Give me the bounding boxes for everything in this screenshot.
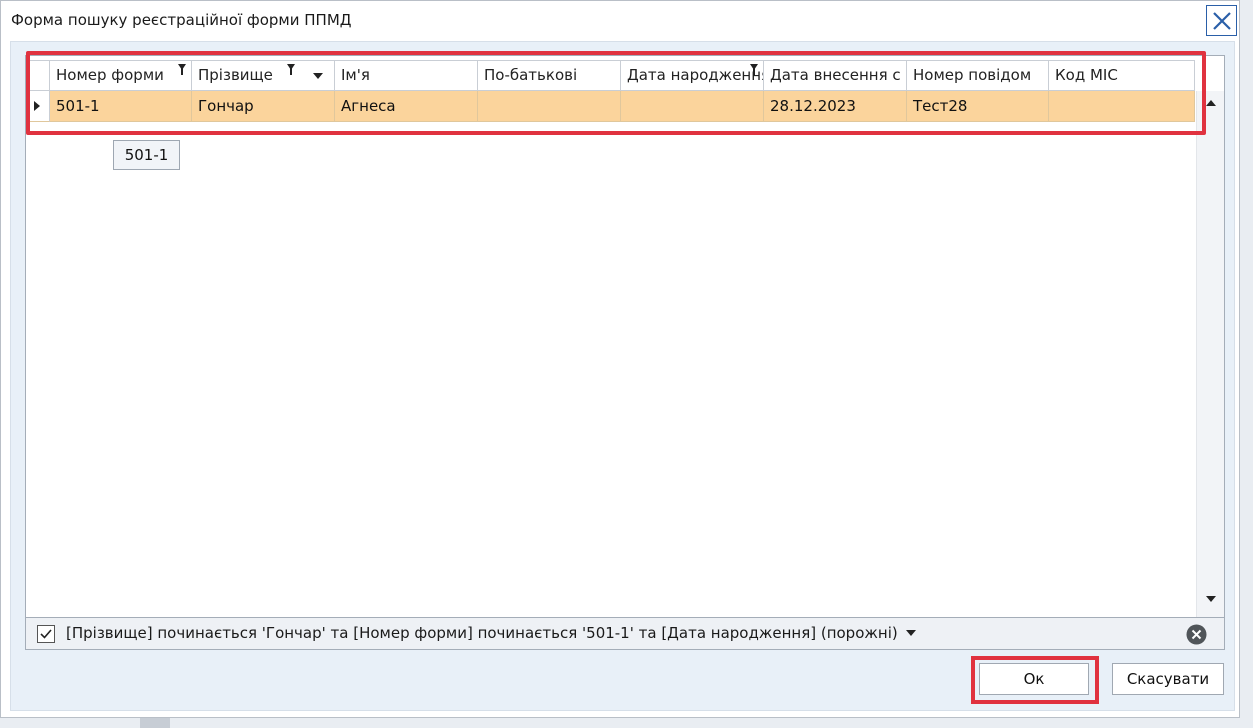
scroll-down-icon[interactable] xyxy=(1206,596,1216,602)
window-title: Форма пошуку реєстраційної форми ППМД xyxy=(11,11,352,29)
content-panel: Номер форми Прізвище Ім'я По-батькові Дата н… xyxy=(10,41,1235,711)
table-cell[interactable]: Тест28 xyxy=(907,91,1049,122)
header-indicator-cell xyxy=(26,61,50,90)
row-indicator-arrow-icon xyxy=(34,101,40,111)
column-dropdown-icon[interactable] xyxy=(313,73,323,79)
filter-bar: [Прізвище] починається 'Гончар' та [Номе… xyxy=(25,618,1225,650)
table-row[interactable]: 501-1 Гончар Агнеса 28.12.2023 Тест28 xyxy=(26,91,1195,122)
column-header-label: Дата внесення с xyxy=(770,66,901,84)
column-header-label: Номер повідом xyxy=(913,66,1032,84)
column-filter-icon[interactable] xyxy=(178,64,186,75)
clear-filter-icon[interactable] xyxy=(1186,624,1207,645)
table-cell[interactable]: Агнеса xyxy=(335,91,478,122)
table-cell[interactable]: 501-1 xyxy=(50,91,192,122)
column-filter-icon[interactable] xyxy=(750,64,758,75)
column-header[interactable]: Прізвище xyxy=(192,61,335,90)
table-cell[interactable] xyxy=(478,91,621,122)
column-header-label: По-батькові xyxy=(484,66,578,84)
table-cell[interactable]: 28.12.2023 xyxy=(764,91,907,122)
filter-dropdown-icon[interactable] xyxy=(906,630,916,636)
background-window-edge xyxy=(140,718,170,728)
column-header-label: Ім'я xyxy=(341,66,370,84)
column-header-label: Дата народження xyxy=(627,66,764,84)
table-cell[interactable]: Гончар xyxy=(192,91,335,122)
close-icon xyxy=(1212,11,1231,30)
cell-tooltip: 501-1 xyxy=(113,140,180,170)
column-header[interactable]: Номер повідом xyxy=(907,61,1049,90)
title-bar: Форма пошуку реєстраційної форми ППМД xyxy=(1,1,1239,41)
column-header-label: Код МІС xyxy=(1055,66,1118,84)
ok-button[interactable]: Ок xyxy=(979,663,1089,695)
search-dialog: Форма пошуку реєстраційної форми ППМД Но… xyxy=(0,0,1240,718)
results-grid[interactable]: Номер форми Прізвище Ім'я По-батькові Дата н… xyxy=(25,55,1225,618)
vertical-scrollbar[interactable] xyxy=(1196,91,1224,617)
cancel-button[interactable]: Скасувати xyxy=(1112,663,1224,695)
column-filter-icon[interactable] xyxy=(287,64,295,75)
scroll-up-icon[interactable] xyxy=(1206,100,1216,106)
grid-header: Номер форми Прізвище Ім'я По-батькові Дата н… xyxy=(26,60,1195,91)
table-cell[interactable] xyxy=(621,91,764,122)
column-header[interactable]: Дата народження xyxy=(621,61,764,90)
row-indicator-cell xyxy=(26,91,50,122)
column-header[interactable]: Ім'я xyxy=(335,61,478,90)
column-header[interactable]: Код МІС xyxy=(1049,61,1195,90)
filter-expression[interactable]: [Прізвище] починається 'Гончар' та [Номе… xyxy=(66,624,898,642)
column-header[interactable]: Дата внесення с xyxy=(764,61,907,90)
column-header[interactable]: По-батькові xyxy=(478,61,621,90)
table-cell[interactable] xyxy=(1049,91,1195,122)
filter-enabled-checkbox[interactable] xyxy=(37,625,55,643)
column-header-label: Прізвище xyxy=(198,66,273,84)
column-header-label: Номер форми xyxy=(56,66,164,84)
checkmark-icon xyxy=(40,629,52,639)
column-header[interactable]: Номер форми xyxy=(50,61,192,90)
close-button[interactable] xyxy=(1206,5,1237,36)
